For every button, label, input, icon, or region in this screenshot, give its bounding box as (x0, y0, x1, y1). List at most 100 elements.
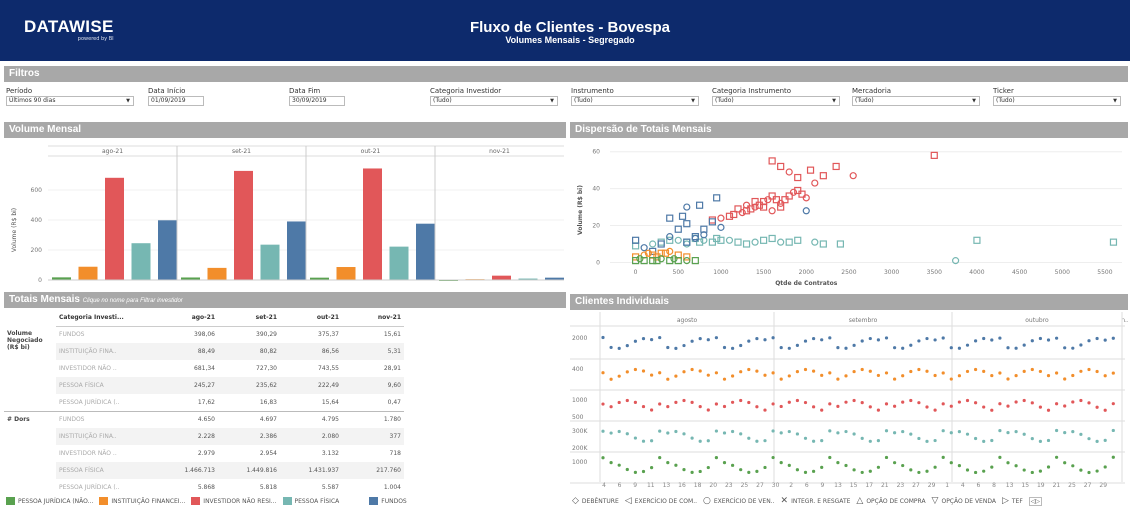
client-dot[interactable] (803, 436, 808, 440)
client-dot[interactable] (666, 345, 670, 350)
client-dot[interactable] (1055, 402, 1059, 406)
investor-name[interactable]: INVESTIDOR NÃO .. (56, 360, 156, 377)
client-dot[interactable] (641, 337, 646, 341)
client-dot[interactable] (617, 429, 621, 434)
scatter-point[interactable] (819, 172, 827, 180)
client-dot[interactable] (722, 404, 727, 409)
scatter-point[interactable] (1109, 238, 1118, 246)
client-dot[interactable] (1079, 398, 1083, 403)
client-dot[interactable] (641, 439, 646, 443)
client-dot[interactable] (731, 400, 735, 404)
client-dot[interactable] (625, 432, 629, 436)
filter-dropdown[interactable]: (Tudo) ▼ (852, 96, 980, 106)
client-dot[interactable] (965, 398, 970, 403)
client-dot[interactable] (617, 346, 621, 350)
scatter-point[interactable] (811, 179, 819, 187)
legend-item[interactable]: INVESTIDOR NÃO RESI... (191, 497, 277, 505)
client-dot[interactable] (714, 429, 718, 433)
client-dot[interactable] (852, 369, 856, 374)
client-dot[interactable] (747, 436, 751, 440)
client-dot[interactable] (763, 338, 767, 342)
client-dot[interactable] (682, 468, 686, 472)
scatter-point[interactable] (717, 214, 725, 222)
client-dot[interactable] (641, 369, 646, 373)
client-dot[interactable] (617, 400, 621, 405)
client-dot[interactable] (925, 469, 929, 473)
client-dot[interactable] (957, 429, 961, 434)
client-dot[interactable] (609, 405, 613, 409)
client-dot[interactable] (957, 374, 961, 378)
client-dot[interactable] (698, 469, 702, 474)
bar[interactable] (287, 221, 306, 280)
client-dot[interactable] (1030, 470, 1034, 475)
scatter-point[interactable] (764, 196, 772, 204)
client-dot[interactable] (755, 405, 759, 409)
client-dot[interactable] (682, 370, 686, 374)
client-dot[interactable] (974, 436, 978, 441)
client-dot[interactable] (844, 374, 848, 378)
scatter-point[interactable] (666, 233, 674, 241)
client-dot[interactable] (779, 431, 783, 435)
date-input[interactable]: 30/09/2019 (289, 96, 345, 106)
client-dot[interactable] (1022, 468, 1026, 472)
client-dot[interactable] (917, 401, 921, 405)
scatter-point[interactable] (666, 247, 674, 255)
scatter-point[interactable] (695, 201, 704, 209)
scatter-point[interactable] (794, 173, 802, 182)
client-dot[interactable] (998, 336, 1002, 340)
client-dot[interactable] (836, 404, 840, 408)
client-dot[interactable] (884, 455, 889, 460)
client-dot[interactable] (974, 401, 978, 405)
filter-dropdown[interactable]: Últimos 90 dias ▼ (6, 96, 134, 106)
client-dot[interactable] (795, 370, 799, 374)
client-dot[interactable] (787, 400, 791, 404)
client-dot[interactable] (1103, 338, 1107, 342)
client-dot[interactable] (1063, 346, 1067, 350)
client-dot[interactable] (625, 467, 629, 472)
client-dot[interactable] (633, 367, 637, 372)
scatter-point[interactable] (713, 234, 721, 243)
client-dot[interactable] (1030, 339, 1034, 343)
filter-dropdown[interactable]: (Tudo) ▼ (430, 96, 558, 106)
legend-item[interactable]: PESSOA JURÍDICA (NÃO... (6, 497, 93, 505)
client-dot[interactable] (1046, 408, 1051, 412)
client-dot[interactable] (1071, 400, 1075, 404)
client-dot[interactable] (666, 405, 670, 409)
scatter-point[interactable] (649, 240, 657, 248)
client-dot[interactable] (868, 369, 872, 373)
client-dot[interactable] (658, 402, 662, 406)
client-dot[interactable] (901, 463, 905, 468)
client-dot[interactable] (706, 373, 710, 377)
scatter-point[interactable] (640, 244, 648, 252)
client-dot[interactable] (876, 408, 880, 412)
client-dot[interactable] (650, 439, 654, 443)
bar[interactable] (234, 170, 253, 280)
scatter-point[interactable] (777, 238, 785, 246)
client-dot[interactable] (722, 377, 727, 381)
client-dot[interactable] (1063, 431, 1067, 435)
client-dot[interactable] (755, 469, 759, 473)
scatter-point[interactable] (683, 203, 691, 211)
client-dot[interactable] (893, 404, 897, 408)
client-dot[interactable] (941, 402, 945, 406)
client-dot[interactable] (690, 400, 694, 405)
scatter-point[interactable] (683, 240, 691, 248)
column-header[interactable]: ago-21 (156, 309, 218, 327)
client-dot[interactable] (1006, 346, 1010, 350)
client-dot[interactable] (771, 371, 775, 375)
client-dot[interactable] (787, 374, 791, 378)
client-dot[interactable] (974, 339, 978, 343)
scatter-point[interactable] (849, 172, 857, 180)
client-dot[interactable] (601, 371, 605, 375)
client-dot[interactable] (893, 461, 897, 465)
client-dot[interactable] (836, 377, 840, 381)
client-dot[interactable] (698, 336, 702, 341)
legend-item[interactable]: PESSOA FÍSICA (282, 497, 339, 505)
client-dot[interactable] (901, 429, 905, 434)
client-dot[interactable] (876, 465, 880, 469)
client-dot[interactable] (1087, 367, 1091, 372)
client-dot[interactable] (690, 436, 694, 440)
scatter-point[interactable] (666, 214, 674, 222)
client-dot[interactable] (747, 400, 751, 405)
bar[interactable] (416, 223, 435, 280)
